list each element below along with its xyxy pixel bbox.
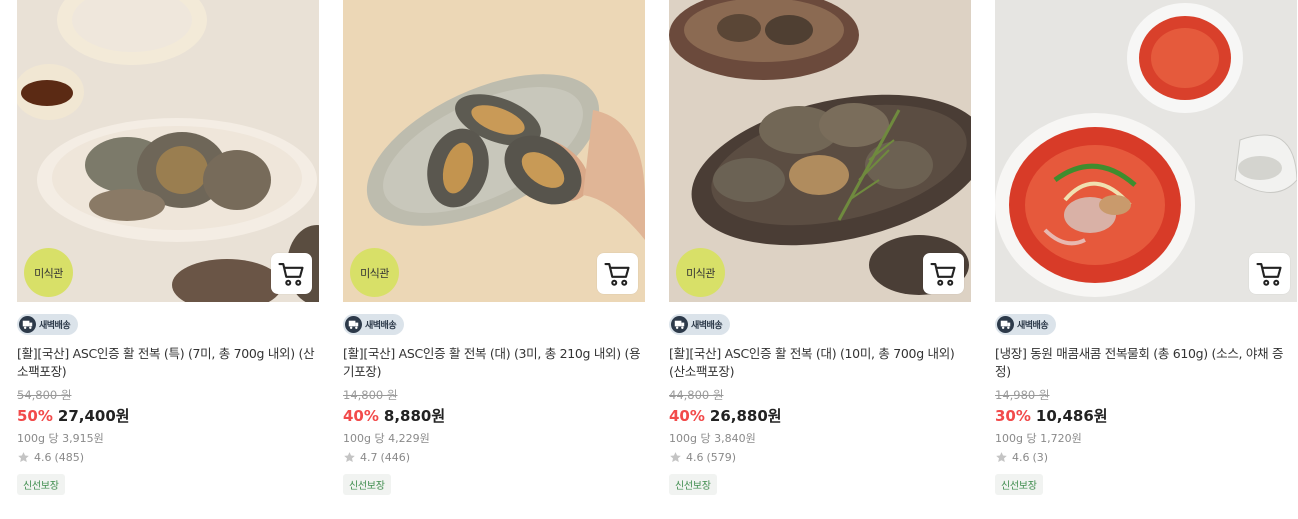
review-count: (485)	[54, 450, 85, 464]
delivery-label: 새벽배송	[1017, 321, 1049, 331]
product-image[interactable]	[995, 0, 1297, 302]
gourmet-badge: 미식관	[350, 248, 399, 297]
freshness-guarantee-tag: 신선보장	[17, 474, 65, 495]
truck-icon	[671, 316, 688, 333]
delivery-label: 새벽배송	[39, 321, 71, 331]
star-icon	[670, 451, 681, 462]
dawn-delivery-tag: 새벽배송	[995, 314, 1057, 335]
freshness-guarantee-tag: 신선보장	[995, 474, 1043, 495]
price-row: 40% 26,880원	[669, 405, 971, 427]
delivery-label: 새벽배송	[365, 321, 397, 331]
discount-rate: 30%	[995, 407, 1031, 425]
review-count: (3)	[1032, 450, 1049, 464]
sale-price: 27,400원	[57, 407, 130, 425]
product-grid: 미식관 새벽배송 [활][국산] ASC인증 활 전복 (특) (7미, 총 7…	[0, 0, 1298, 519]
unit-price: 100g 당 3,915원	[17, 432, 104, 445]
product-card[interactable]: 미식관 새벽배송 [활][국산] ASC인증 활 전복 (특) (7미, 총 7…	[17, 0, 319, 495]
product-card[interactable]: 미식관 새벽배송 [활][국산] ASC인증 활 전복 (대) (3미, 총 2…	[343, 0, 645, 495]
dawn-delivery-tag: 새벽배송	[669, 314, 731, 335]
freshness-guarantee-tag: 신선보장	[669, 474, 717, 495]
unit-price: 100g 당 3,840원	[669, 432, 756, 445]
gourmet-badge: 미식관	[676, 248, 725, 297]
rating-value: 4.7	[360, 450, 378, 464]
original-price: 14,980 원	[995, 388, 1050, 402]
original-price: 54,800 원	[17, 388, 72, 402]
price-row: 50% 27,400원	[17, 405, 319, 427]
add-to-cart-button[interactable]	[271, 253, 312, 294]
discount-rate: 40%	[343, 407, 379, 425]
product-title[interactable]: [냉장] 동원 매콤새콤 전복물회 (총 610g) (소스, 야채 증정)	[995, 345, 1297, 381]
product-card[interactable]: 새벽배송 [냉장] 동원 매콤새콤 전복물회 (총 610g) (소스, 야채 …	[995, 0, 1297, 495]
cart-icon	[603, 262, 630, 286]
cart-icon	[1255, 262, 1282, 286]
product-image[interactable]: 미식관	[669, 0, 971, 302]
original-price: 14,800 원	[343, 388, 398, 402]
unit-price: 100g 당 1,720원	[995, 432, 1082, 445]
product-card[interactable]: 미식관 새벽배송 [활][국산] ASC인증 활 전복 (대) (10미, 총 …	[669, 0, 971, 495]
cart-icon	[277, 262, 304, 286]
rating-value: 4.6	[1012, 450, 1030, 464]
cart-icon	[929, 262, 956, 286]
star-icon	[18, 451, 29, 462]
delivery-label: 새벽배송	[691, 321, 723, 331]
rating-value: 4.6	[34, 450, 52, 464]
review-count: (446)	[380, 450, 411, 464]
price-row: 40% 8,880원	[343, 405, 645, 427]
sale-price: 10,486원	[1035, 407, 1108, 425]
discount-rate: 40%	[669, 407, 705, 425]
discount-rate: 50%	[17, 407, 53, 425]
rating-row: 4.6 (579)	[669, 449, 971, 465]
unit-price: 100g 당 4,229원	[343, 432, 430, 445]
sale-price: 26,880원	[709, 407, 782, 425]
product-image[interactable]: 미식관	[17, 0, 319, 302]
rating-row: 4.6 (485)	[17, 449, 319, 465]
truck-icon	[345, 316, 362, 333]
price-row: 30% 10,486원	[995, 405, 1297, 427]
dawn-delivery-tag: 새벽배송	[343, 314, 405, 335]
freshness-guarantee-tag: 신선보장	[343, 474, 391, 495]
product-title[interactable]: [활][국산] ASC인증 활 전복 (대) (10미, 총 700g 내외) …	[669, 345, 971, 381]
product-image[interactable]: 미식관	[343, 0, 645, 302]
truck-icon	[19, 316, 36, 333]
add-to-cart-button[interactable]	[923, 253, 964, 294]
rating-row: 4.6 (3)	[995, 449, 1297, 465]
original-price: 44,800 원	[669, 388, 724, 402]
rating-value: 4.6	[686, 450, 704, 464]
dawn-delivery-tag: 새벽배송	[17, 314, 79, 335]
sale-price: 8,880원	[383, 407, 446, 425]
add-to-cart-button[interactable]	[597, 253, 638, 294]
rating-row: 4.7 (446)	[343, 449, 645, 465]
review-count: (579)	[706, 450, 737, 464]
star-icon	[996, 451, 1007, 462]
truck-icon	[997, 316, 1014, 333]
gourmet-badge: 미식관	[24, 248, 73, 297]
add-to-cart-button[interactable]	[1249, 253, 1290, 294]
product-title[interactable]: [활][국산] ASC인증 활 전복 (특) (7미, 총 700g 내외) (…	[17, 345, 319, 381]
product-title[interactable]: [활][국산] ASC인증 활 전복 (대) (3미, 총 210g 내외) (…	[343, 345, 645, 381]
star-icon	[344, 451, 355, 462]
